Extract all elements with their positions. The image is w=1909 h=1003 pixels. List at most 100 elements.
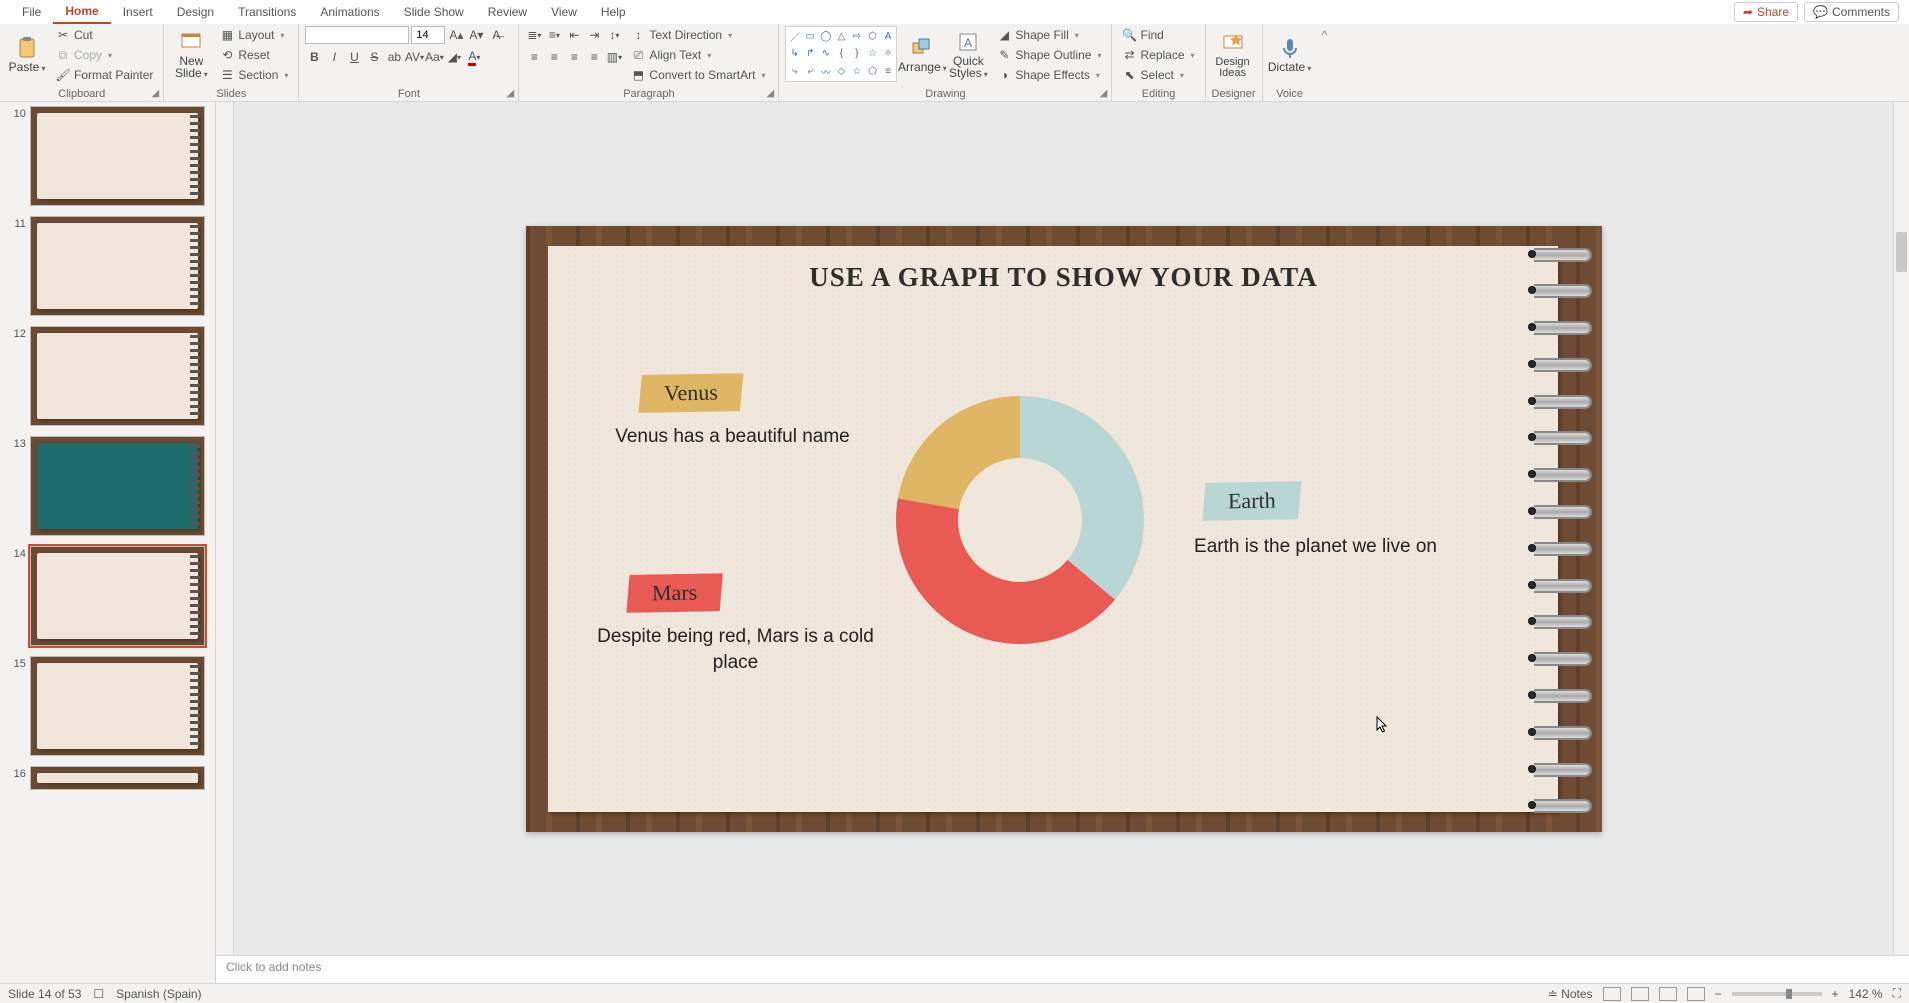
align-left-button[interactable]: ≡ [525,48,543,66]
arrange-button[interactable]: Arrange [901,26,943,84]
scrollbar-thumb[interactable] [1896,232,1907,272]
layout-button[interactable]: ▦Layout▾ [216,26,292,44]
tab-design[interactable]: Design [165,1,226,23]
italic-button[interactable]: I [325,48,343,66]
columns-button[interactable]: ▥▾ [605,48,623,66]
numbering-button[interactable]: ≡▾ [545,26,563,44]
venus-description[interactable]: Venus has a beautiful name [608,424,858,451]
shape-fill-button[interactable]: ◢Shape Fill▾ [993,26,1105,44]
bold-button[interactable]: B [305,48,323,66]
accessibility-icon[interactable]: ☐ [93,987,104,1001]
bullets-button[interactable]: ≣▾ [525,26,543,44]
align-right-button[interactable]: ≡ [565,48,583,66]
sorter-view-button[interactable] [1631,987,1649,1001]
donut-chart[interactable] [896,396,1144,644]
vertical-scrollbar[interactable] [1893,102,1909,955]
align-text-button[interactable]: ⎚Align Text▾ [627,46,769,64]
venus-label-tape[interactable]: Venus [637,373,743,413]
tab-slideshow[interactable]: Slide Show [392,1,476,23]
shape-outline-button[interactable]: ✎Shape Outline▾ [993,46,1105,64]
clipboard-launcher[interactable]: ◢ [150,89,160,99]
font-name-combo[interactable] [305,26,409,44]
new-slide-button[interactable]: New Slide [170,26,212,84]
slide-thumb-12[interactable] [30,326,205,426]
text-direction-button[interactable]: ↕Text Direction▾ [627,26,769,44]
slide-thumb-16[interactable] [30,766,205,790]
drawing-launcher[interactable]: ◢ [1098,89,1108,99]
increase-font-button[interactable]: A▴ [447,26,465,44]
increase-indent-button[interactable]: ⇥ [585,26,603,44]
convert-smartart-button[interactable]: ⬒Convert to SmartArt▾ [627,66,769,84]
font-size-combo[interactable] [411,26,445,44]
section-button[interactable]: ☰Section▾ [216,66,292,84]
slideshow-view-button[interactable] [1687,987,1705,1001]
slide-thumb-13[interactable] [30,436,205,536]
decrease-font-button[interactable]: A▾ [467,26,485,44]
underline-button[interactable]: U [345,48,363,66]
copy-button[interactable]: ⧉Copy▾ [52,46,157,64]
clear-formatting-button[interactable]: A̶ [487,26,505,44]
tab-review[interactable]: Review [476,1,539,23]
tab-home[interactable]: Home [53,0,110,24]
slide-thumbnails-panel[interactable]: 10 11 12 13 14 15 16 [0,102,216,983]
normal-view-button[interactable] [1603,987,1621,1001]
comments-button[interactable]: 💬Comments [1804,2,1899,22]
earth-description[interactable]: Earth is the planet we live on [1186,534,1446,561]
slide-canvas[interactable]: USE A GRAPH TO SHOW YOUR DATA Venus Venu… [234,102,1893,955]
char-spacing-button[interactable]: AV▾ [405,48,423,66]
shapes-gallery[interactable]: ／ ▭ ◯ △ ⇨ ⬡ A ↳ ↱ ∿ { } ☆ ✧ ⤷ ⤶ 〰 ◇ ☆ ⬠ [785,26,897,82]
zoom-slider[interactable] [1732,992,1822,996]
find-button[interactable]: 🔍Find [1118,26,1198,44]
highlight-button[interactable]: ◢▾ [445,48,463,66]
format-painter-button[interactable]: 🖌Format Painter [52,66,157,84]
mars-description[interactable]: Despite being red, Mars is a cold place [596,624,876,677]
slide-thumb-10[interactable] [30,106,205,206]
fit-to-window-button[interactable]: ⛶ [1893,986,1901,1001]
zoom-in-button[interactable]: + [1832,987,1839,1001]
font-color-button[interactable]: A▾ [465,48,483,66]
cut-button[interactable]: ✂Cut [52,26,157,44]
tab-view[interactable]: View [539,1,589,23]
design-ideas-button[interactable]: Design Ideas [1212,26,1254,84]
copy-icon: ⧉ [56,48,70,62]
tab-animations[interactable]: Animations [308,1,391,23]
thumb-number: 12 [10,326,26,340]
language-status[interactable]: Spanish (Spain) [116,987,201,1001]
slide-thumb-14[interactable] [30,546,205,646]
share-button[interactable]: ➦Share [1734,2,1798,22]
align-center-button[interactable]: ≡ [545,48,563,66]
paste-button[interactable]: Paste [6,26,48,84]
dictate-button[interactable]: Dictate [1269,26,1311,84]
zoom-percent[interactable]: 142 % [1849,987,1883,1001]
notes-pane[interactable]: Click to add notes [216,955,1909,983]
slide-title[interactable]: USE A GRAPH TO SHOW YOUR DATA [809,262,1318,293]
zoom-out-button[interactable]: − [1715,987,1722,1001]
replace-button[interactable]: ⇄Replace▾ [1118,46,1198,64]
decrease-indent-button[interactable]: ⇤ [565,26,583,44]
reading-view-button[interactable] [1659,987,1677,1001]
notes-toggle[interactable]: ≐ Notes [1548,987,1593,1001]
slide-thumb-11[interactable] [30,216,205,316]
thumb-number: 10 [10,106,26,120]
mars-label-tape[interactable]: Mars [625,573,723,613]
strike-button[interactable]: S [365,48,383,66]
tab-insert[interactable]: Insert [111,1,165,23]
slide[interactable]: USE A GRAPH TO SHOW YOUR DATA Venus Venu… [526,226,1602,832]
font-launcher[interactable]: ◢ [505,89,515,99]
tab-file[interactable]: File [10,1,53,23]
tab-help[interactable]: Help [589,1,638,23]
tab-transitions[interactable]: Transitions [226,1,308,23]
collapse-ribbon-button[interactable]: ^ [1317,24,1333,101]
slide-thumb-15[interactable] [30,656,205,756]
quick-styles-button[interactable]: A Quick Styles [947,26,989,84]
paragraph-launcher[interactable]: ◢ [765,89,775,99]
zoom-slider-thumb[interactable] [1786,989,1792,999]
change-case-button[interactable]: Aa▾ [425,48,443,66]
shape-effects-button[interactable]: ◑Shape Effects▾ [993,66,1105,84]
justify-button[interactable]: ≡ [585,48,603,66]
earth-label-tape[interactable]: Earth [1201,481,1301,521]
reset-button[interactable]: ⟲Reset [216,46,292,64]
line-spacing-button[interactable]: ↕▾ [605,26,623,44]
shadow-button[interactable]: ab [385,48,403,66]
select-button[interactable]: ⬉Select▾ [1118,66,1198,84]
